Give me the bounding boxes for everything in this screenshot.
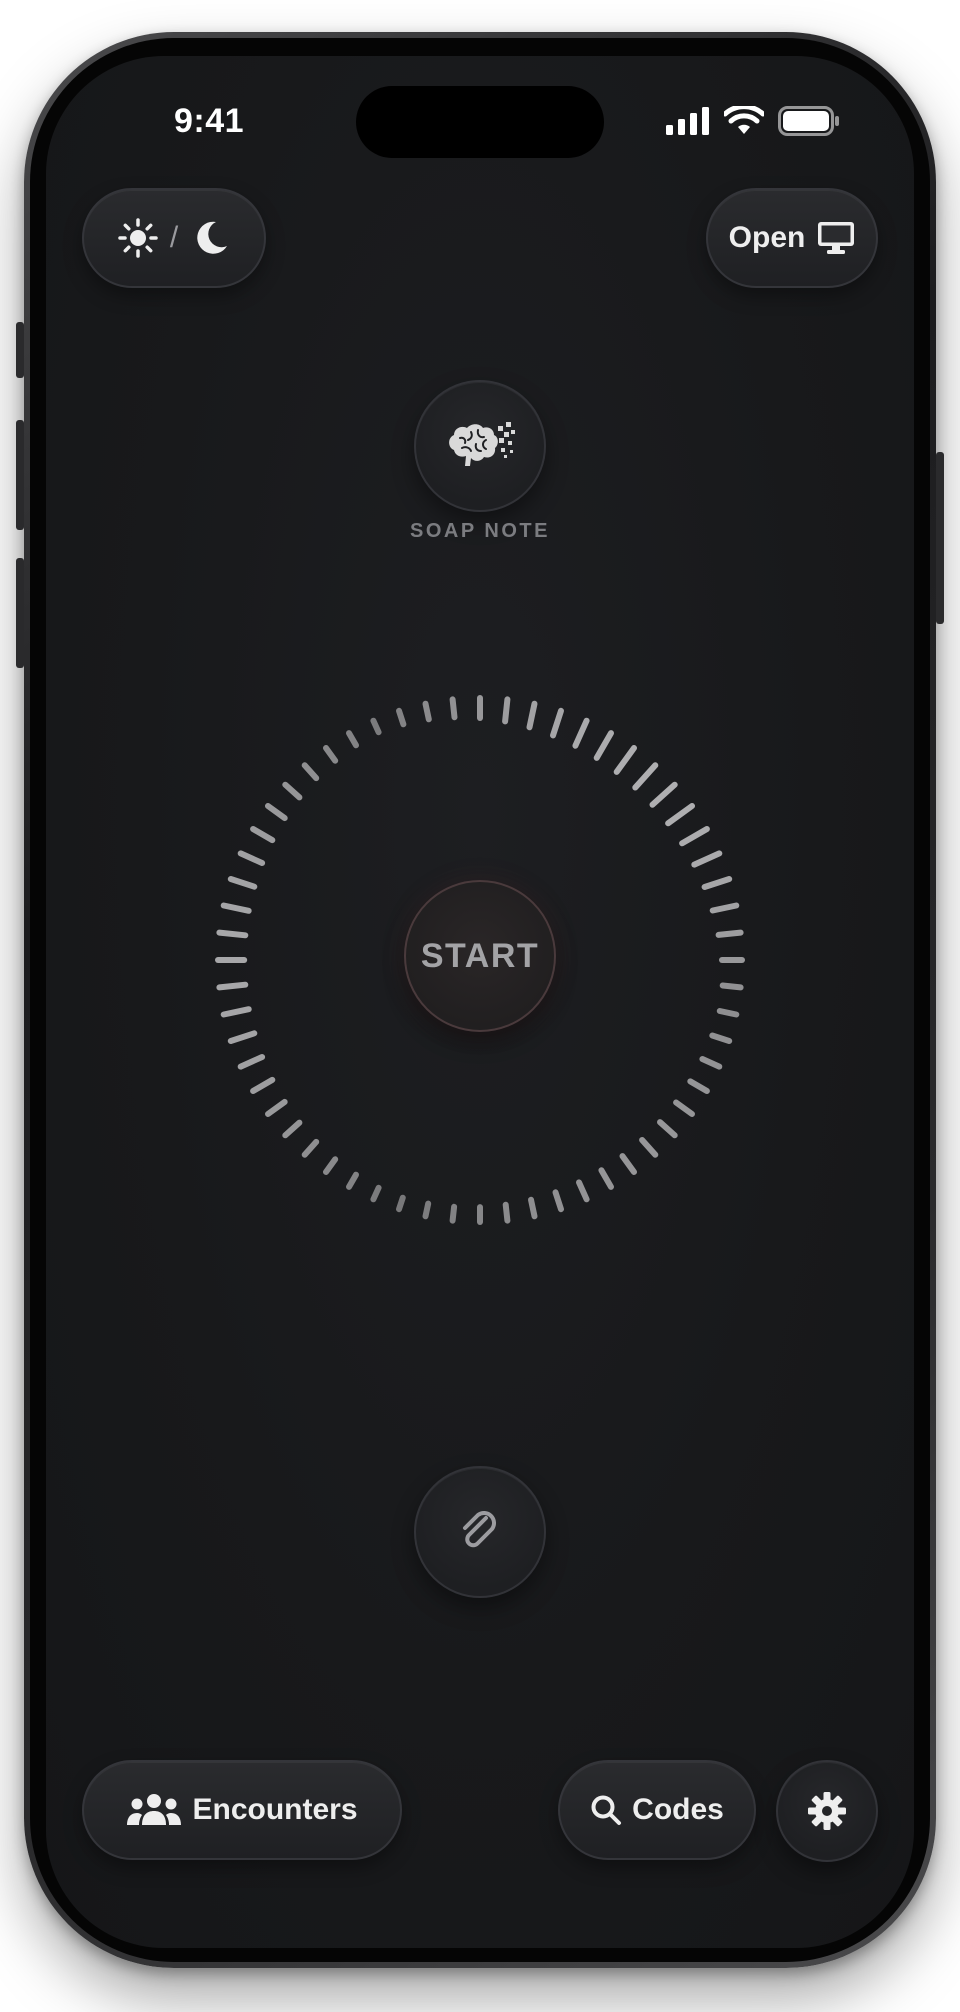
dial-tick <box>528 1196 538 1220</box>
open-label: Open <box>728 221 806 254</box>
status-time: 9:41 <box>174 102 245 140</box>
theme-toggle-button[interactable]: / <box>82 188 266 288</box>
gear-icon <box>808 1792 846 1830</box>
dial-tick <box>526 700 538 731</box>
dial-tick <box>216 929 249 939</box>
encounters-button[interactable]: Encounters <box>82 1760 402 1860</box>
dial-tick <box>396 1194 406 1213</box>
moon-icon <box>197 221 228 254</box>
phone-side-button <box>16 420 24 530</box>
dial-tick <box>709 902 740 914</box>
dial-tick <box>346 730 359 749</box>
dial-tick <box>572 717 590 749</box>
start-label: START <box>420 936 540 975</box>
cellular-signal-icon <box>666 107 709 135</box>
dial-tick <box>370 717 382 736</box>
dial-tick <box>250 1076 276 1094</box>
dial-tick <box>265 803 288 822</box>
dial-tick <box>237 1054 266 1070</box>
dial-tick <box>550 707 564 739</box>
dial-tick <box>220 1006 252 1018</box>
open-desktop-button[interactable]: Open <box>706 188 878 288</box>
dial-tick <box>502 1201 511 1224</box>
dial-tick <box>265 1098 288 1117</box>
start-recording-button[interactable]: START <box>404 880 556 1032</box>
sun-icon <box>118 218 158 258</box>
dial-tick <box>449 696 458 721</box>
brain-icon <box>449 422 515 466</box>
dial-tick <box>657 1119 678 1139</box>
soap-note-button[interactable] <box>414 380 546 512</box>
dial-tick <box>709 1032 733 1044</box>
dial-tick <box>370 1184 382 1203</box>
dial-tick <box>639 1137 659 1158</box>
dial-tick <box>679 826 710 847</box>
dial-tick <box>220 902 252 914</box>
phone-side-button <box>936 452 944 624</box>
dial-tick <box>301 1138 320 1158</box>
dial-tick <box>346 1171 359 1190</box>
dial-tick <box>323 745 339 764</box>
dial-tick <box>282 781 303 801</box>
dial-tick <box>673 1099 695 1117</box>
dial-tick <box>552 1189 564 1213</box>
dial-tick <box>701 876 733 890</box>
dial-tick <box>619 1153 637 1175</box>
dial-tick <box>691 850 723 868</box>
dial-tick <box>282 1119 303 1139</box>
wifi-icon <box>724 106 764 134</box>
dial-tick <box>323 1156 339 1175</box>
settings-button[interactable] <box>776 1760 878 1862</box>
phone-side-button <box>16 558 24 668</box>
search-icon <box>591 1795 622 1825</box>
dial-tick <box>613 745 637 775</box>
dial-tick <box>716 1008 740 1018</box>
dial-tick <box>632 762 659 791</box>
app-screen: 9:41 / Open SOAP NOTE START Encounters C… <box>46 56 914 1948</box>
dial-tick <box>227 876 258 890</box>
dial-tick <box>250 826 276 844</box>
dial-tick <box>216 981 249 991</box>
dial-tick <box>422 700 432 723</box>
monitor-icon <box>818 222 855 254</box>
status-icons <box>666 106 840 136</box>
attach-file-button[interactable] <box>414 1466 546 1598</box>
codes-button[interactable]: Codes <box>558 1760 756 1860</box>
dial-tick <box>576 1179 590 1203</box>
dial-tick <box>649 781 678 808</box>
dial-tick <box>598 1167 614 1190</box>
dial-tick <box>687 1078 710 1094</box>
dial-tick <box>665 803 695 827</box>
dial-tick <box>502 696 511 725</box>
dial-tick <box>593 730 614 761</box>
dial-tick <box>227 1030 258 1044</box>
dial-tick <box>422 1200 432 1220</box>
dial-tick <box>719 982 744 991</box>
phone-side-button <box>16 322 24 378</box>
dial-tick <box>301 762 320 782</box>
encounters-label: Encounters <box>192 1793 358 1826</box>
paperclip-icon <box>463 1511 496 1548</box>
users-icon <box>127 1794 182 1825</box>
dynamic-island <box>356 86 604 158</box>
codes-label: Codes <box>632 1793 724 1826</box>
dial-tick <box>396 707 407 728</box>
dial-tick <box>449 1203 458 1224</box>
dial-tick <box>715 929 744 938</box>
battery-icon <box>778 106 839 136</box>
dial-tick <box>699 1056 723 1070</box>
dial-tick <box>237 850 266 866</box>
theme-toggle-separator: / <box>169 221 179 254</box>
soap-note-label: SOAP NOTE <box>410 520 550 542</box>
